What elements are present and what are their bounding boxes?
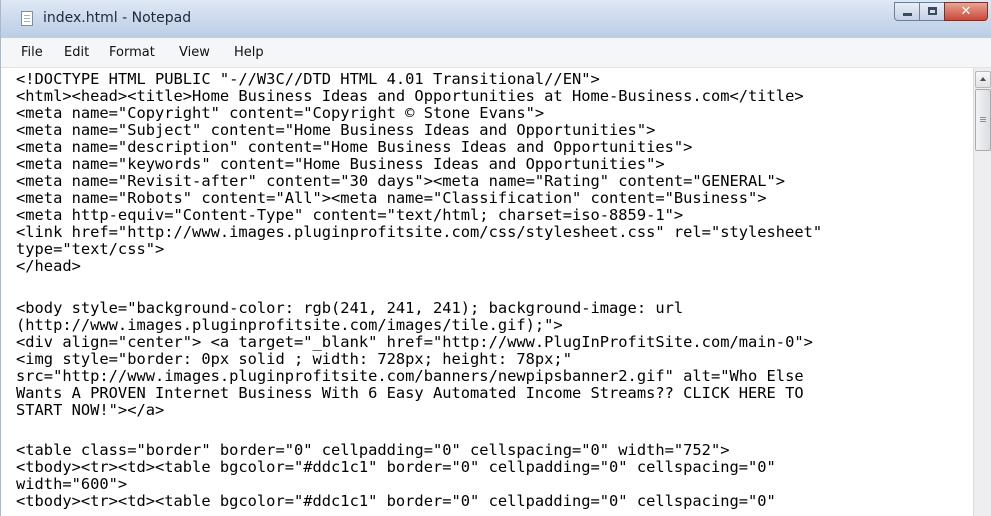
code-line: <tbody><tr><td><table bgcolor="#ddc1c1" … — [16, 458, 776, 476]
code-line: <meta name="Revisit-after" content="30 d… — [16, 172, 786, 190]
minimize-button[interactable] — [894, 2, 920, 21]
code-line: <meta name="Subject" content="Home Busin… — [16, 121, 656, 139]
code-line: <meta name="keywords" content="Home Busi… — [16, 155, 665, 173]
code-line: type="text/css"> — [16, 240, 165, 258]
code-line: <tbody><tr><td><table bgcolor="#ddc1c1" … — [16, 492, 776, 510]
code-line: <meta name="Copyright" content="Copyrigh… — [16, 104, 545, 122]
close-button[interactable]: ✕ — [944, 2, 988, 21]
code-line: </head> — [16, 257, 81, 275]
title-bar[interactable]: index.html - Notepad ✕ — [1, 0, 991, 38]
code-line: <meta name="description" content="Home B… — [16, 138, 693, 156]
text-editor-area[interactable]: <!DOCTYPE HTML PUBLIC "-//W3C//DTD HTML … — [1, 68, 973, 516]
code-line: <meta name="Robots" content="All"><meta … — [16, 189, 767, 207]
code-line: START NOW!"></a> — [16, 401, 165, 419]
code-line: <div align="center"> <a target="_blank" … — [16, 333, 813, 351]
window-controls: ✕ — [894, 2, 988, 22]
code-line: (http://www.images.pluginprofitsite.com/… — [16, 316, 563, 334]
code-line: <img style="border: 0px solid ; width: 7… — [16, 350, 572, 368]
menu-bar: File Edit Format View Help — [1, 38, 991, 68]
menu-view[interactable]: View — [179, 45, 210, 60]
code-line: <html><head><title>Home Business Ideas a… — [16, 87, 804, 105]
maximize-button[interactable] — [919, 2, 945, 21]
code-line: <link href="http://www.images.pluginprof… — [16, 223, 823, 241]
close-icon: ✕ — [960, 4, 972, 19]
notepad-icon[interactable] — [21, 11, 33, 26]
code-line: <meta http-equiv="Content-Type" content=… — [16, 206, 684, 224]
code-line: <table class="border" border="0" cellpad… — [16, 441, 730, 459]
code-line: <body style="background-color: rgb(241, … — [16, 299, 684, 317]
code-line: Wants A PROVEN Internet Business With 6 … — [16, 384, 804, 402]
vertical-scrollbar[interactable] — [973, 68, 991, 516]
maximize-icon — [928, 7, 937, 15]
menu-edit[interactable]: Edit — [64, 45, 89, 60]
code-line: width="600"> — [16, 475, 128, 493]
code-line: src="http://www.images.pluginprofitsite.… — [16, 367, 804, 385]
menu-help[interactable]: Help — [234, 45, 264, 60]
window-title: index.html - Notepad — [43, 10, 192, 26]
code-line: <!DOCTYPE HTML PUBLIC "-//W3C//DTD HTML … — [16, 70, 600, 88]
notepad-window: index.html - Notepad ✕ File Edit Format … — [0, 0, 991, 516]
menu-format[interactable]: Format — [109, 45, 155, 60]
minimize-icon — [903, 13, 912, 16]
menu-file[interactable]: File — [21, 45, 43, 60]
scroll-thumb[interactable] — [975, 89, 991, 151]
scroll-up-arrow-icon[interactable] — [975, 71, 991, 88]
